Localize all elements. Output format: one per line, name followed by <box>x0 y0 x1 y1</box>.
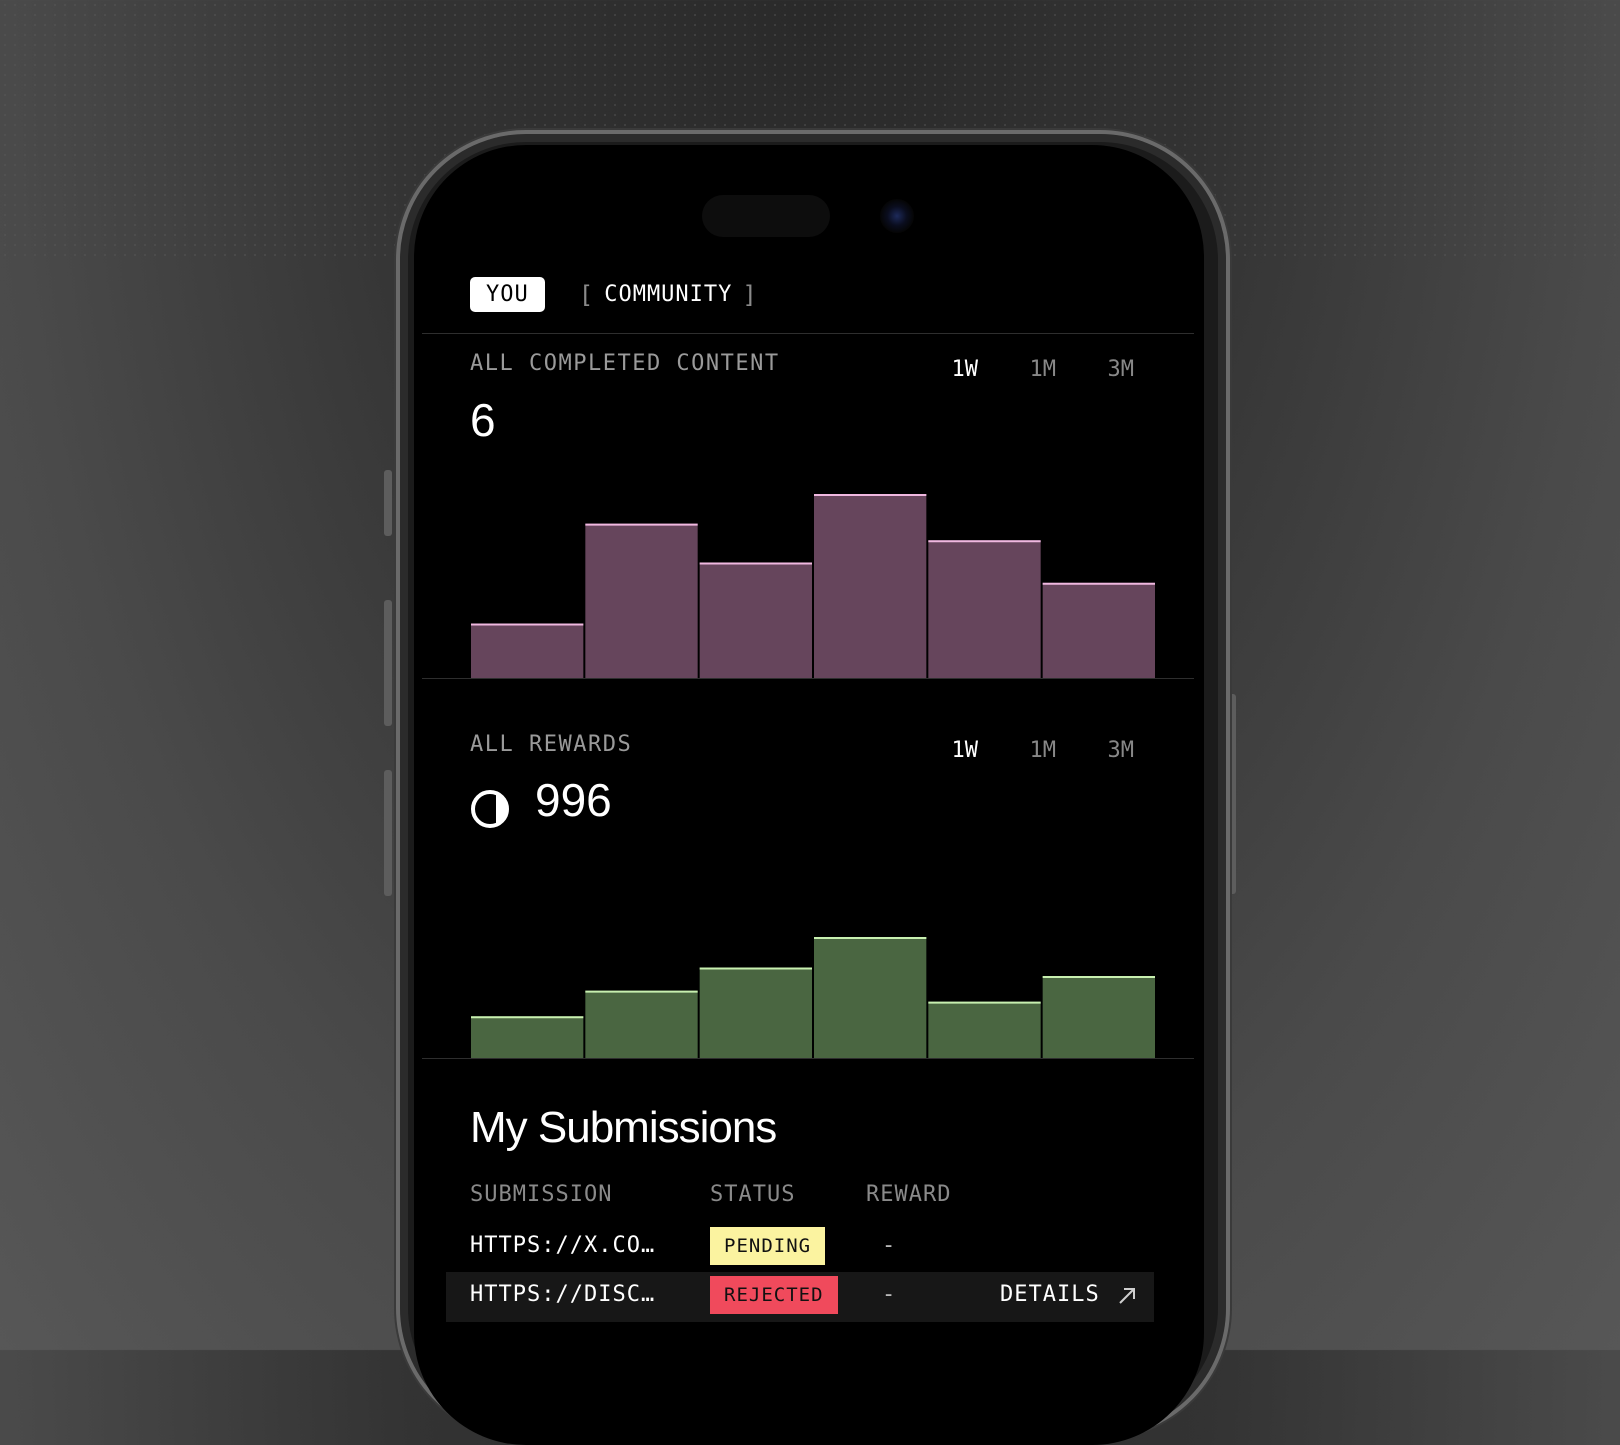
table-row[interactable]: HTTPS://DISC… REJECTED - DETAILS <box>446 1272 1154 1322</box>
range-3m[interactable]: 3M <box>1056 738 1135 763</box>
phone-screen: YOU [ COMMUNITY ] ALL COMPLETED CONTENT … <box>414 145 1204 1445</box>
completed-content-chart <box>470 479 1156 679</box>
view-tabs: YOU [ COMMUNITY ] <box>470 277 758 312</box>
reward-value: - <box>882 1233 897 1258</box>
arrow-up-right-icon[interactable] <box>1116 1285 1138 1307</box>
status-badge: REJECTED <box>710 1276 838 1314</box>
range-1w[interactable]: 1W <box>900 357 979 382</box>
column-header-status: STATUS <box>710 1182 796 1207</box>
submission-url[interactable]: HTTPS://X.CO… <box>470 1233 655 1258</box>
submissions-title: My Submissions <box>470 1103 777 1152</box>
table-row[interactable]: HTTPS://X.CO… PENDING - <box>446 1223 1154 1273</box>
completed-content-count: 6 <box>470 394 496 446</box>
volume-up-button <box>384 600 392 726</box>
rewards-range-selector: 1W 1M 3M <box>900 738 1135 763</box>
range-1w[interactable]: 1W <box>900 738 979 763</box>
bar-1 <box>471 623 584 679</box>
volume-down-button <box>384 770 392 896</box>
completed-content-label: ALL COMPLETED CONTENT <box>470 351 780 376</box>
bar-5 <box>928 540 1041 679</box>
dynamic-island <box>702 195 830 237</box>
completed-range-selector: 1W 1M 3M <box>900 357 1135 382</box>
bar-1 <box>471 1016 584 1059</box>
rewards-chart <box>470 889 1156 1059</box>
action-button <box>384 470 392 536</box>
bracket-left-icon: [ <box>578 280 595 309</box>
column-header-submission: SUBMISSION <box>470 1182 613 1207</box>
bar-6 <box>1042 976 1155 1059</box>
front-camera <box>880 199 914 233</box>
bar-3 <box>699 562 812 679</box>
rewards-label: ALL REWARDS <box>470 732 633 757</box>
range-1m[interactable]: 1M <box>978 738 1057 763</box>
bar-4 <box>814 937 927 1059</box>
tab-community-label: COMMUNITY <box>604 282 733 307</box>
divider <box>422 1058 1194 1059</box>
token-icon <box>471 790 509 828</box>
status-badge: PENDING <box>710 1227 826 1265</box>
reward-value: - <box>882 1282 897 1307</box>
range-3m[interactable]: 3M <box>1056 357 1135 382</box>
tab-you[interactable]: YOU <box>470 277 545 312</box>
divider <box>422 678 1194 679</box>
tab-community[interactable]: [ COMMUNITY ] <box>579 281 758 309</box>
bar-5 <box>928 1001 1041 1059</box>
column-header-reward: REWARD <box>866 1182 952 1207</box>
bar-4 <box>814 494 927 679</box>
bar-3 <box>699 967 812 1059</box>
submission-url[interactable]: HTTPS://DISC… <box>470 1282 655 1307</box>
rewards-total: 996 <box>535 774 612 826</box>
bar-6 <box>1042 582 1155 679</box>
divider <box>422 333 1194 334</box>
bar-2 <box>585 523 698 679</box>
details-link[interactable]: DETAILS <box>1000 1282 1100 1307</box>
range-1m[interactable]: 1M <box>978 357 1057 382</box>
bracket-right-icon: ] <box>742 280 758 309</box>
bar-2 <box>585 990 698 1059</box>
